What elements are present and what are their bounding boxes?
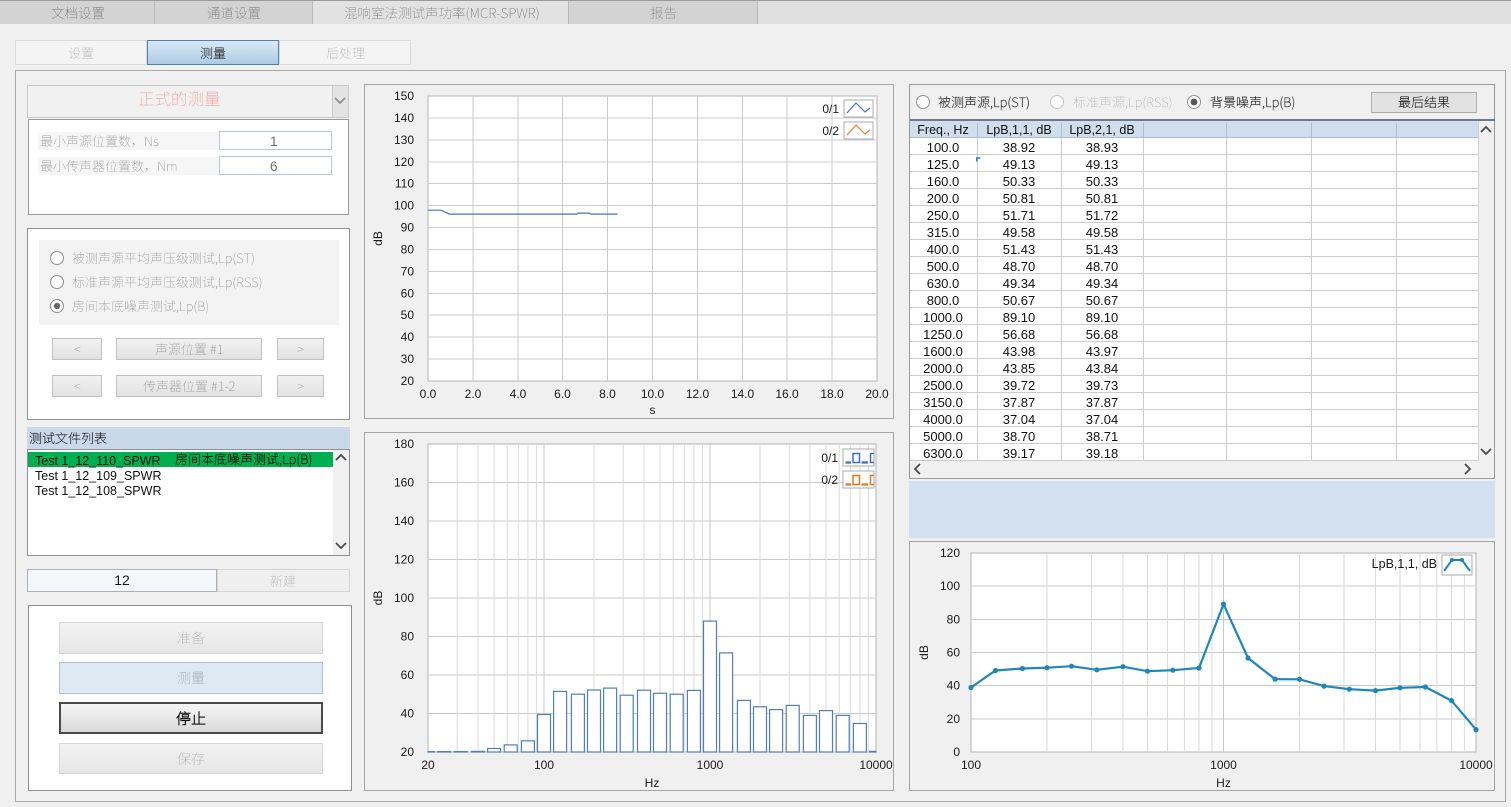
svg-text:LpB,1,1, dB: LpB,1,1, dB: [1372, 557, 1437, 571]
svg-text:dB: dB: [917, 645, 931, 660]
svg-text:10000: 10000: [1459, 758, 1493, 772]
svg-text:110: 110: [395, 177, 414, 191]
svg-text:30: 30: [401, 352, 415, 366]
svg-text:20.0: 20.0: [865, 387, 889, 401]
svg-text:100: 100: [961, 758, 981, 772]
svg-text:20: 20: [401, 374, 415, 388]
svg-text:14.0: 14.0: [731, 387, 755, 401]
svg-text:dB: dB: [371, 231, 385, 246]
svg-text:140: 140: [394, 111, 414, 125]
svg-text:50: 50: [401, 308, 415, 322]
svg-text:40: 40: [947, 679, 961, 693]
svg-text:150: 150: [394, 89, 414, 103]
svg-text:40: 40: [401, 707, 415, 721]
svg-text:0/1: 0/1: [822, 102, 839, 116]
svg-text:80: 80: [401, 630, 415, 644]
svg-text:Hz: Hz: [645, 776, 660, 790]
svg-text:0/2: 0/2: [821, 473, 838, 487]
svg-text:100: 100: [394, 591, 414, 605]
svg-text:1000: 1000: [1210, 758, 1237, 772]
svg-text:140: 140: [394, 514, 414, 528]
svg-text:s: s: [650, 403, 656, 417]
svg-text:16.0: 16.0: [775, 387, 799, 401]
svg-text:2.0: 2.0: [465, 387, 482, 401]
svg-text:18.0: 18.0: [820, 387, 844, 401]
svg-text:100: 100: [534, 758, 554, 772]
svg-text:120: 120: [394, 155, 414, 169]
svg-text:60: 60: [401, 668, 415, 682]
svg-text:120: 120: [940, 546, 960, 560]
svg-text:4.0: 4.0: [510, 387, 527, 401]
svg-text:10.0: 10.0: [641, 387, 665, 401]
svg-text:20: 20: [421, 758, 435, 772]
svg-text:80: 80: [947, 613, 961, 627]
svg-text:dB: dB: [371, 591, 385, 606]
svg-text:60: 60: [947, 646, 961, 660]
svg-text:8.0: 8.0: [599, 387, 616, 401]
svg-text:80: 80: [401, 243, 415, 257]
svg-text:1000: 1000: [697, 758, 724, 772]
svg-text:130: 130: [394, 133, 414, 147]
svg-text:70: 70: [401, 265, 415, 279]
svg-text:100: 100: [394, 199, 414, 213]
svg-text:Hz: Hz: [1216, 776, 1231, 790]
svg-text:20: 20: [947, 712, 961, 726]
svg-text:90: 90: [401, 221, 415, 235]
svg-text:6.0: 6.0: [554, 387, 571, 401]
svg-text:10000: 10000: [859, 758, 893, 772]
svg-text:0/2: 0/2: [822, 124, 839, 138]
svg-text:0: 0: [953, 745, 960, 759]
svg-text:0.0: 0.0: [420, 387, 437, 401]
svg-text:180: 180: [394, 437, 414, 451]
svg-text:12.0: 12.0: [686, 387, 710, 401]
svg-text:100: 100: [940, 579, 960, 593]
svg-text:40: 40: [401, 330, 415, 344]
svg-text:160: 160: [394, 476, 414, 490]
svg-text:120: 120: [394, 553, 414, 567]
svg-text:60: 60: [401, 287, 415, 301]
svg-text:0/1: 0/1: [821, 451, 838, 465]
svg-text:20: 20: [401, 745, 415, 759]
